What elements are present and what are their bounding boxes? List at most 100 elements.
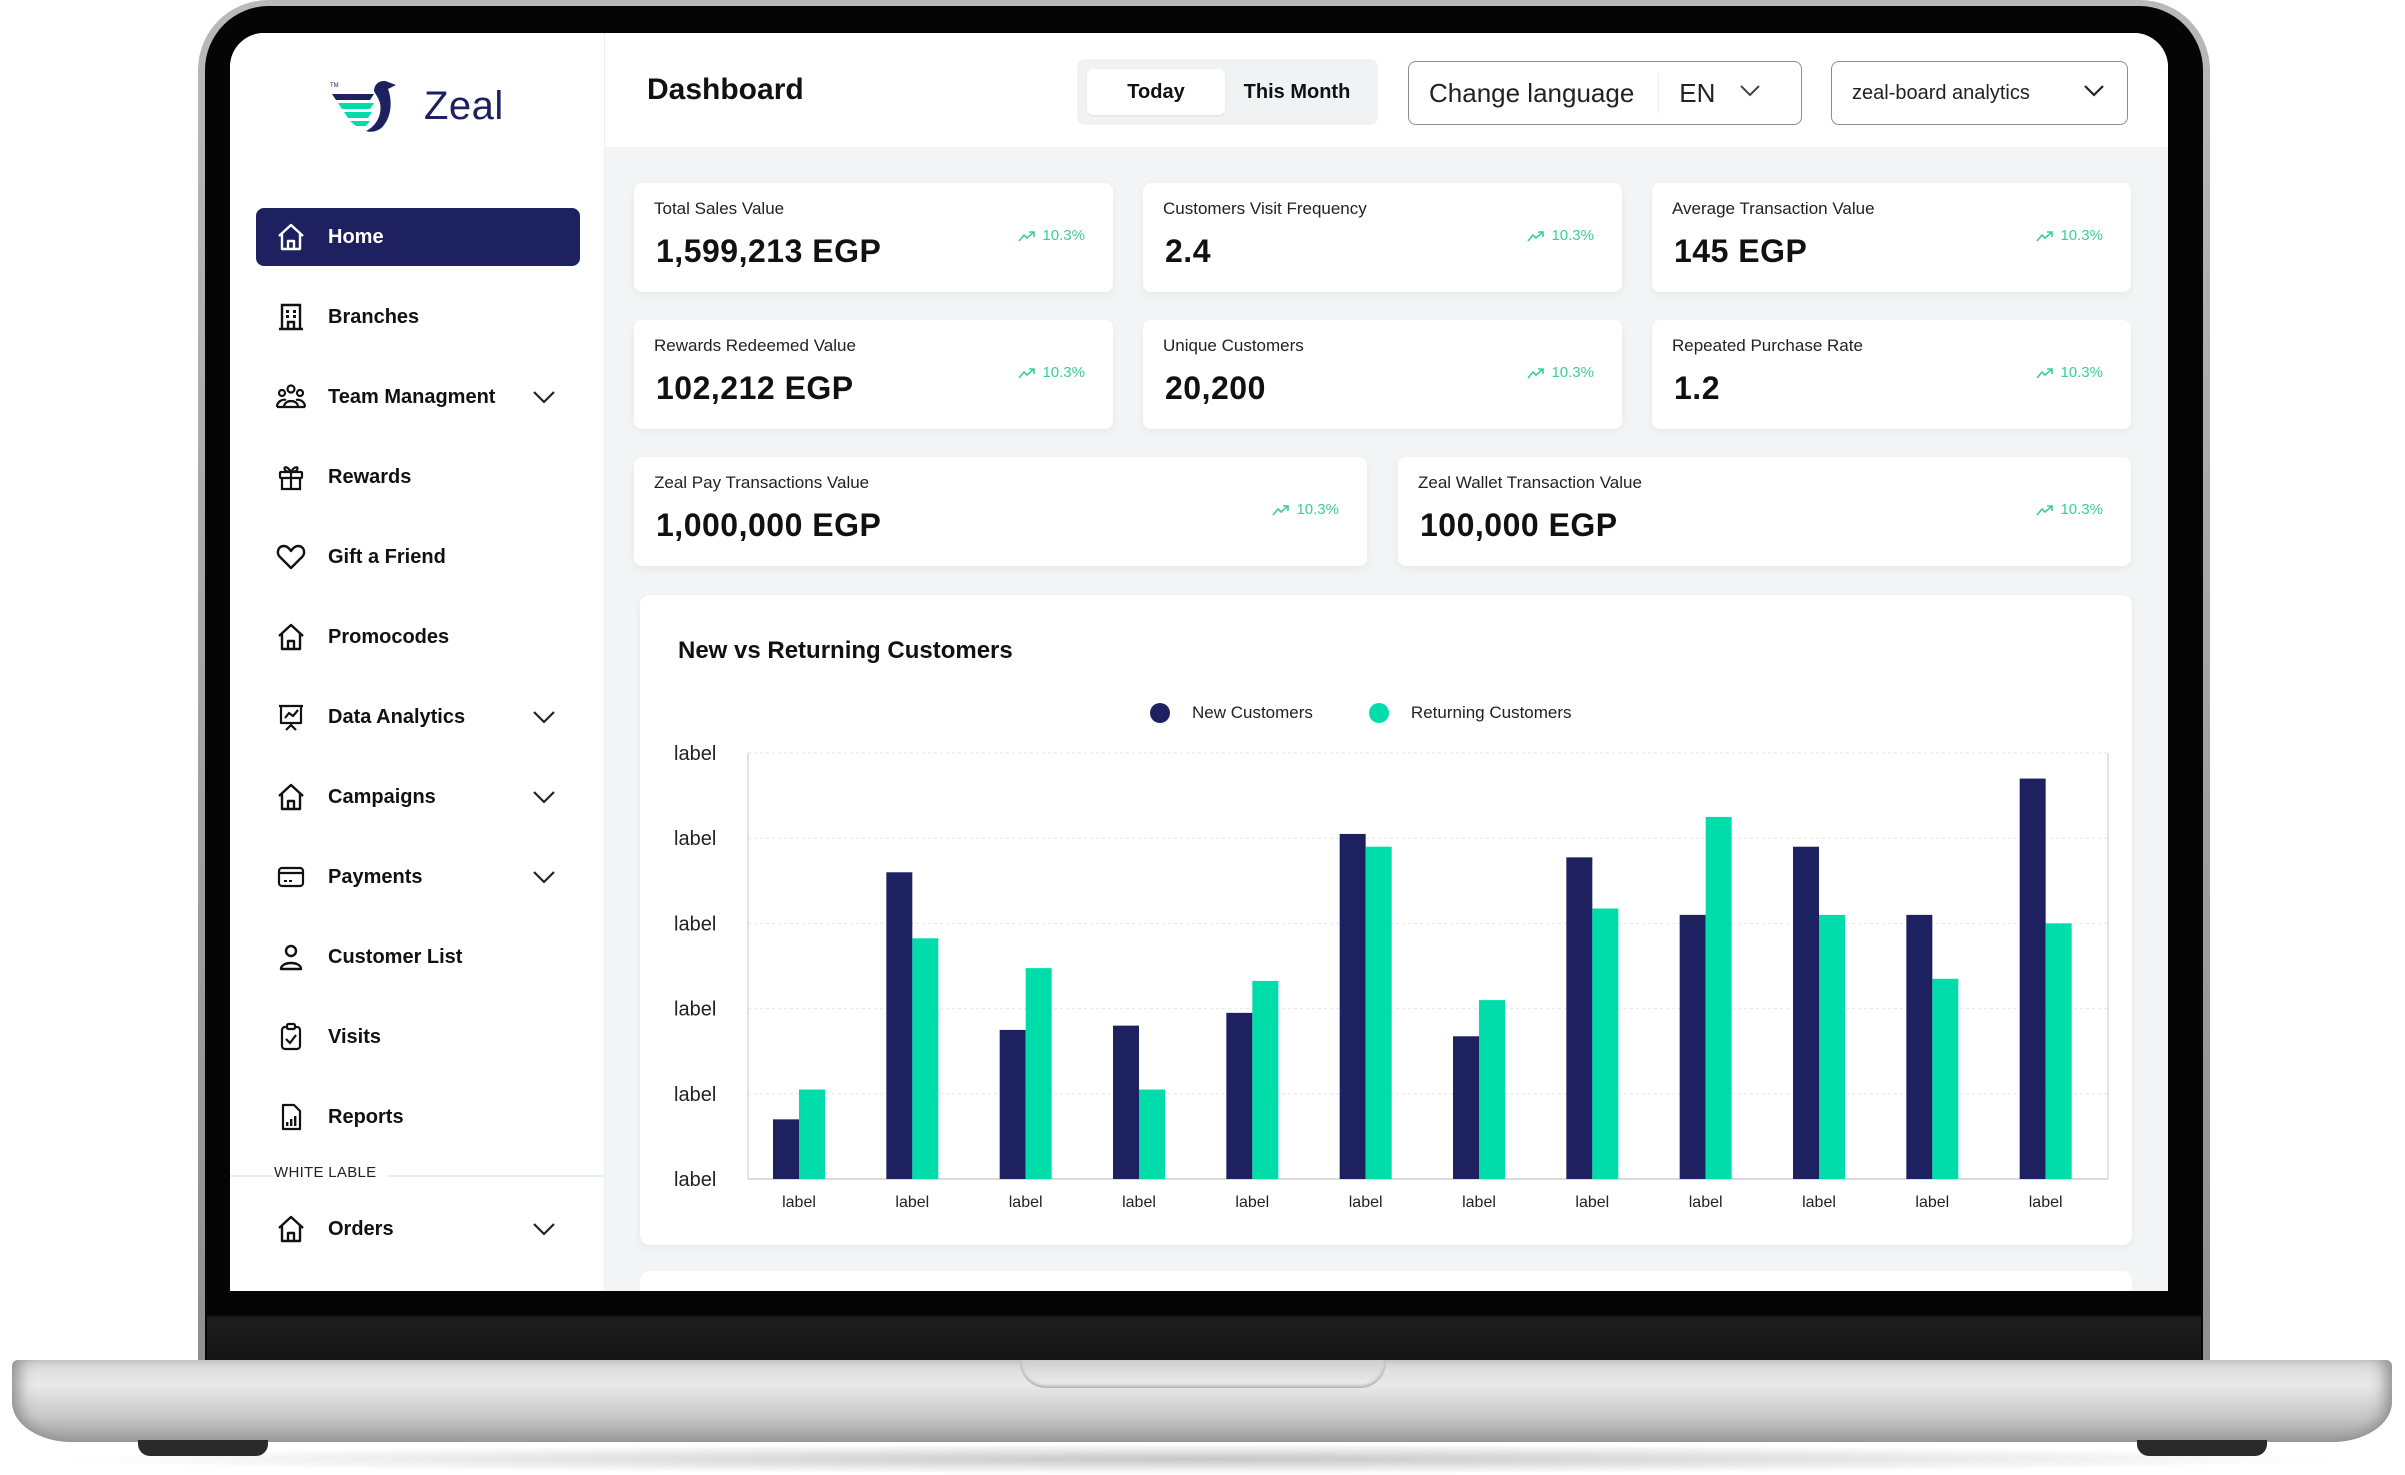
y-tick-label: label (674, 913, 716, 935)
kpi-trend-value: 10.3% (1551, 227, 1594, 244)
bar-chart: label label label label label label label label… (674, 743, 2109, 1211)
laptop-foot-left (138, 1440, 268, 1456)
x-tick-label: label (1122, 1194, 1156, 1211)
bar-returning-7 (1479, 1000, 1505, 1179)
sidebar-item-label: Home (328, 225, 384, 248)
bar-returning-6 (1365, 846, 1392, 1179)
kpi-trend-value: 10.3% (1042, 364, 1085, 381)
bar-new-8 (1566, 857, 1593, 1179)
kpi-trend-value: 10.3% (1551, 364, 1594, 381)
kpi-card-total-sales-value[interactable]: Total Sales Value 1,599,213 EGP 10.3% (634, 183, 1113, 292)
team-icon (274, 380, 308, 414)
trend-up-icon (1527, 367, 1545, 379)
kpi-value: 20,200 (1165, 370, 1266, 406)
laptop-shadow (40, 1444, 2360, 1474)
chevron-down-icon[interactable] (530, 863, 558, 891)
chevron-down-icon[interactable] (530, 1215, 558, 1243)
x-tick-label: label (1575, 1194, 1609, 1211)
kpi-title: Zeal Wallet Transaction Value (1418, 473, 1642, 492)
bar-new-4 (1113, 1025, 1139, 1179)
chevron-down-icon[interactable] (530, 703, 558, 731)
bar-returning-1 (799, 1089, 825, 1179)
sidebar-item-label: Customer List (328, 945, 463, 968)
sidebar-item-label: Rewards (328, 465, 412, 488)
language-value: EN (1679, 77, 1716, 108)
sidebar-item-label: Promocodes (328, 625, 450, 648)
x-tick-label: label (1462, 1194, 1496, 1211)
kpi-card-rewards-redeemed-value[interactable]: Rewards Redeemed Value 102,212 EGP 10.3% (634, 320, 1113, 429)
x-tick-label: label (1802, 1194, 1836, 1211)
kpi-card-repeated-purchase-rate[interactable]: Repeated Purchase Rate 1.2 10.3% (1652, 320, 2131, 429)
kpi-title: Zeal Pay Transactions Value (654, 473, 870, 492)
sidebar-item-campaigns[interactable]: Campaigns (256, 768, 580, 826)
trend-up-icon (1018, 367, 1036, 379)
new-vs-returning-chart-card: New vs Returning Customers New Customers… (640, 595, 2132, 1245)
kpi-card-zeal-wallet-transaction-value[interactable]: Zeal Wallet Transaction Value 100,000 EGP… (1398, 457, 2131, 566)
kpi-trend: 10.3% (1527, 227, 1594, 244)
sidebar-item-orders[interactable]: Orders (256, 1200, 580, 1258)
language-label: Change language (1429, 77, 1635, 108)
kpi-value: 1.2 (1674, 370, 1720, 406)
bar-returning-8 (1592, 908, 1619, 1179)
x-tick-label: label (895, 1194, 929, 1211)
sidebar-item-label: Branches (328, 305, 420, 328)
kpi-card-zeal-pay-transactions-value[interactable]: Zeal Pay Transactions Value 1,000,000 EGP… (634, 457, 1367, 566)
report-file-icon (274, 1100, 308, 1134)
sidebar-item-gift-a-friend[interactable]: Gift a Friend (256, 528, 580, 586)
trend-up-icon (1018, 230, 1036, 242)
bar-returning-5 (1252, 980, 1279, 1179)
sidebar-item-home[interactable]: Home (256, 208, 580, 266)
sidebar-item-label: Payments (328, 865, 423, 888)
y-tick-label: label (674, 1169, 716, 1191)
sidebar-item-visits[interactable]: Visits (256, 1008, 580, 1066)
kpi-value: 102,212 EGP (656, 370, 854, 406)
sidebar-item-promocodes[interactable]: Promocodes (256, 608, 580, 666)
kpi-value: 1,599,213 EGP (656, 233, 882, 269)
kpi-title: Repeated Purchase Rate (1672, 336, 1863, 355)
period-this-month-button[interactable]: This Month (1229, 69, 1365, 115)
next-card-partial (640, 1271, 2132, 1291)
account-select[interactable]: zeal-board analytics (1831, 61, 2128, 125)
clipboard-check-icon (274, 1020, 308, 1054)
bar-returning-12 (2045, 923, 2072, 1179)
kpi-card-average-transaction-value[interactable]: Average Transaction Value 145 EGP 10.3% (1652, 183, 2131, 292)
sidebar-item-team-managment[interactable]: Team Managment (256, 368, 580, 426)
sidebar-item-payments[interactable]: Payments (256, 848, 580, 906)
bar-returning-9 (1705, 816, 1732, 1179)
trend-up-icon (1527, 230, 1545, 242)
language-select[interactable]: Change language EN (1408, 61, 1802, 125)
bar-returning-2 (912, 938, 939, 1179)
kpi-trend: 10.3% (1018, 364, 1085, 381)
kpi-trend-value: 10.3% (1042, 227, 1085, 244)
kpi-title: Rewards Redeemed Value (654, 336, 856, 355)
kpi-card-unique-customers[interactable]: Unique Customers 20,200 10.3% (1143, 320, 1622, 429)
laptop-foot-right (2137, 1440, 2267, 1456)
bar-new-9 (1679, 914, 1706, 1179)
top-header: Dashboard Today This Month Change langua… (605, 33, 2168, 147)
bar-new-7 (1453, 1036, 1479, 1179)
kpi-trend-value: 10.3% (1296, 501, 1339, 518)
sidebar-item-reports[interactable]: Reports (256, 1088, 580, 1146)
kpi-trend-value: 10.3% (2060, 364, 2103, 381)
sidebar-item-branches[interactable]: Branches (256, 288, 580, 346)
period-today-button[interactable]: Today (1087, 69, 1225, 115)
trend-up-icon (2036, 367, 2054, 379)
home-icon (274, 620, 308, 654)
sidebar-item-label: Reports (328, 1105, 404, 1128)
sidebar-item-rewards[interactable]: Rewards (256, 448, 580, 506)
chevron-down-icon[interactable] (530, 783, 558, 811)
app-screen: TM Zeal Home Branches Team Managment Reward… (230, 33, 2168, 1291)
y-tick-label: label (674, 1084, 716, 1106)
kpi-value: 145 EGP (1674, 233, 1808, 269)
sidebar-item-data-analytics[interactable]: Data Analytics (256, 688, 580, 746)
sidebar-item-label: Visits (328, 1025, 381, 1048)
x-tick-label: label (782, 1194, 816, 1211)
brand-logo[interactable]: TM Zeal (330, 79, 504, 133)
chevron-down-icon[interactable] (530, 383, 558, 411)
bar-new-11 (1906, 914, 1933, 1179)
kpi-card-customers-visit-frequency[interactable]: Customers Visit Frequency 2.4 10.3% (1143, 183, 1622, 292)
bar-returning-10 (1819, 914, 1845, 1179)
sidebar-item-customer-list[interactable]: Customer List (256, 928, 580, 986)
y-tick-label: label (674, 999, 716, 1021)
kpi-title: Customers Visit Frequency (1163, 199, 1367, 218)
